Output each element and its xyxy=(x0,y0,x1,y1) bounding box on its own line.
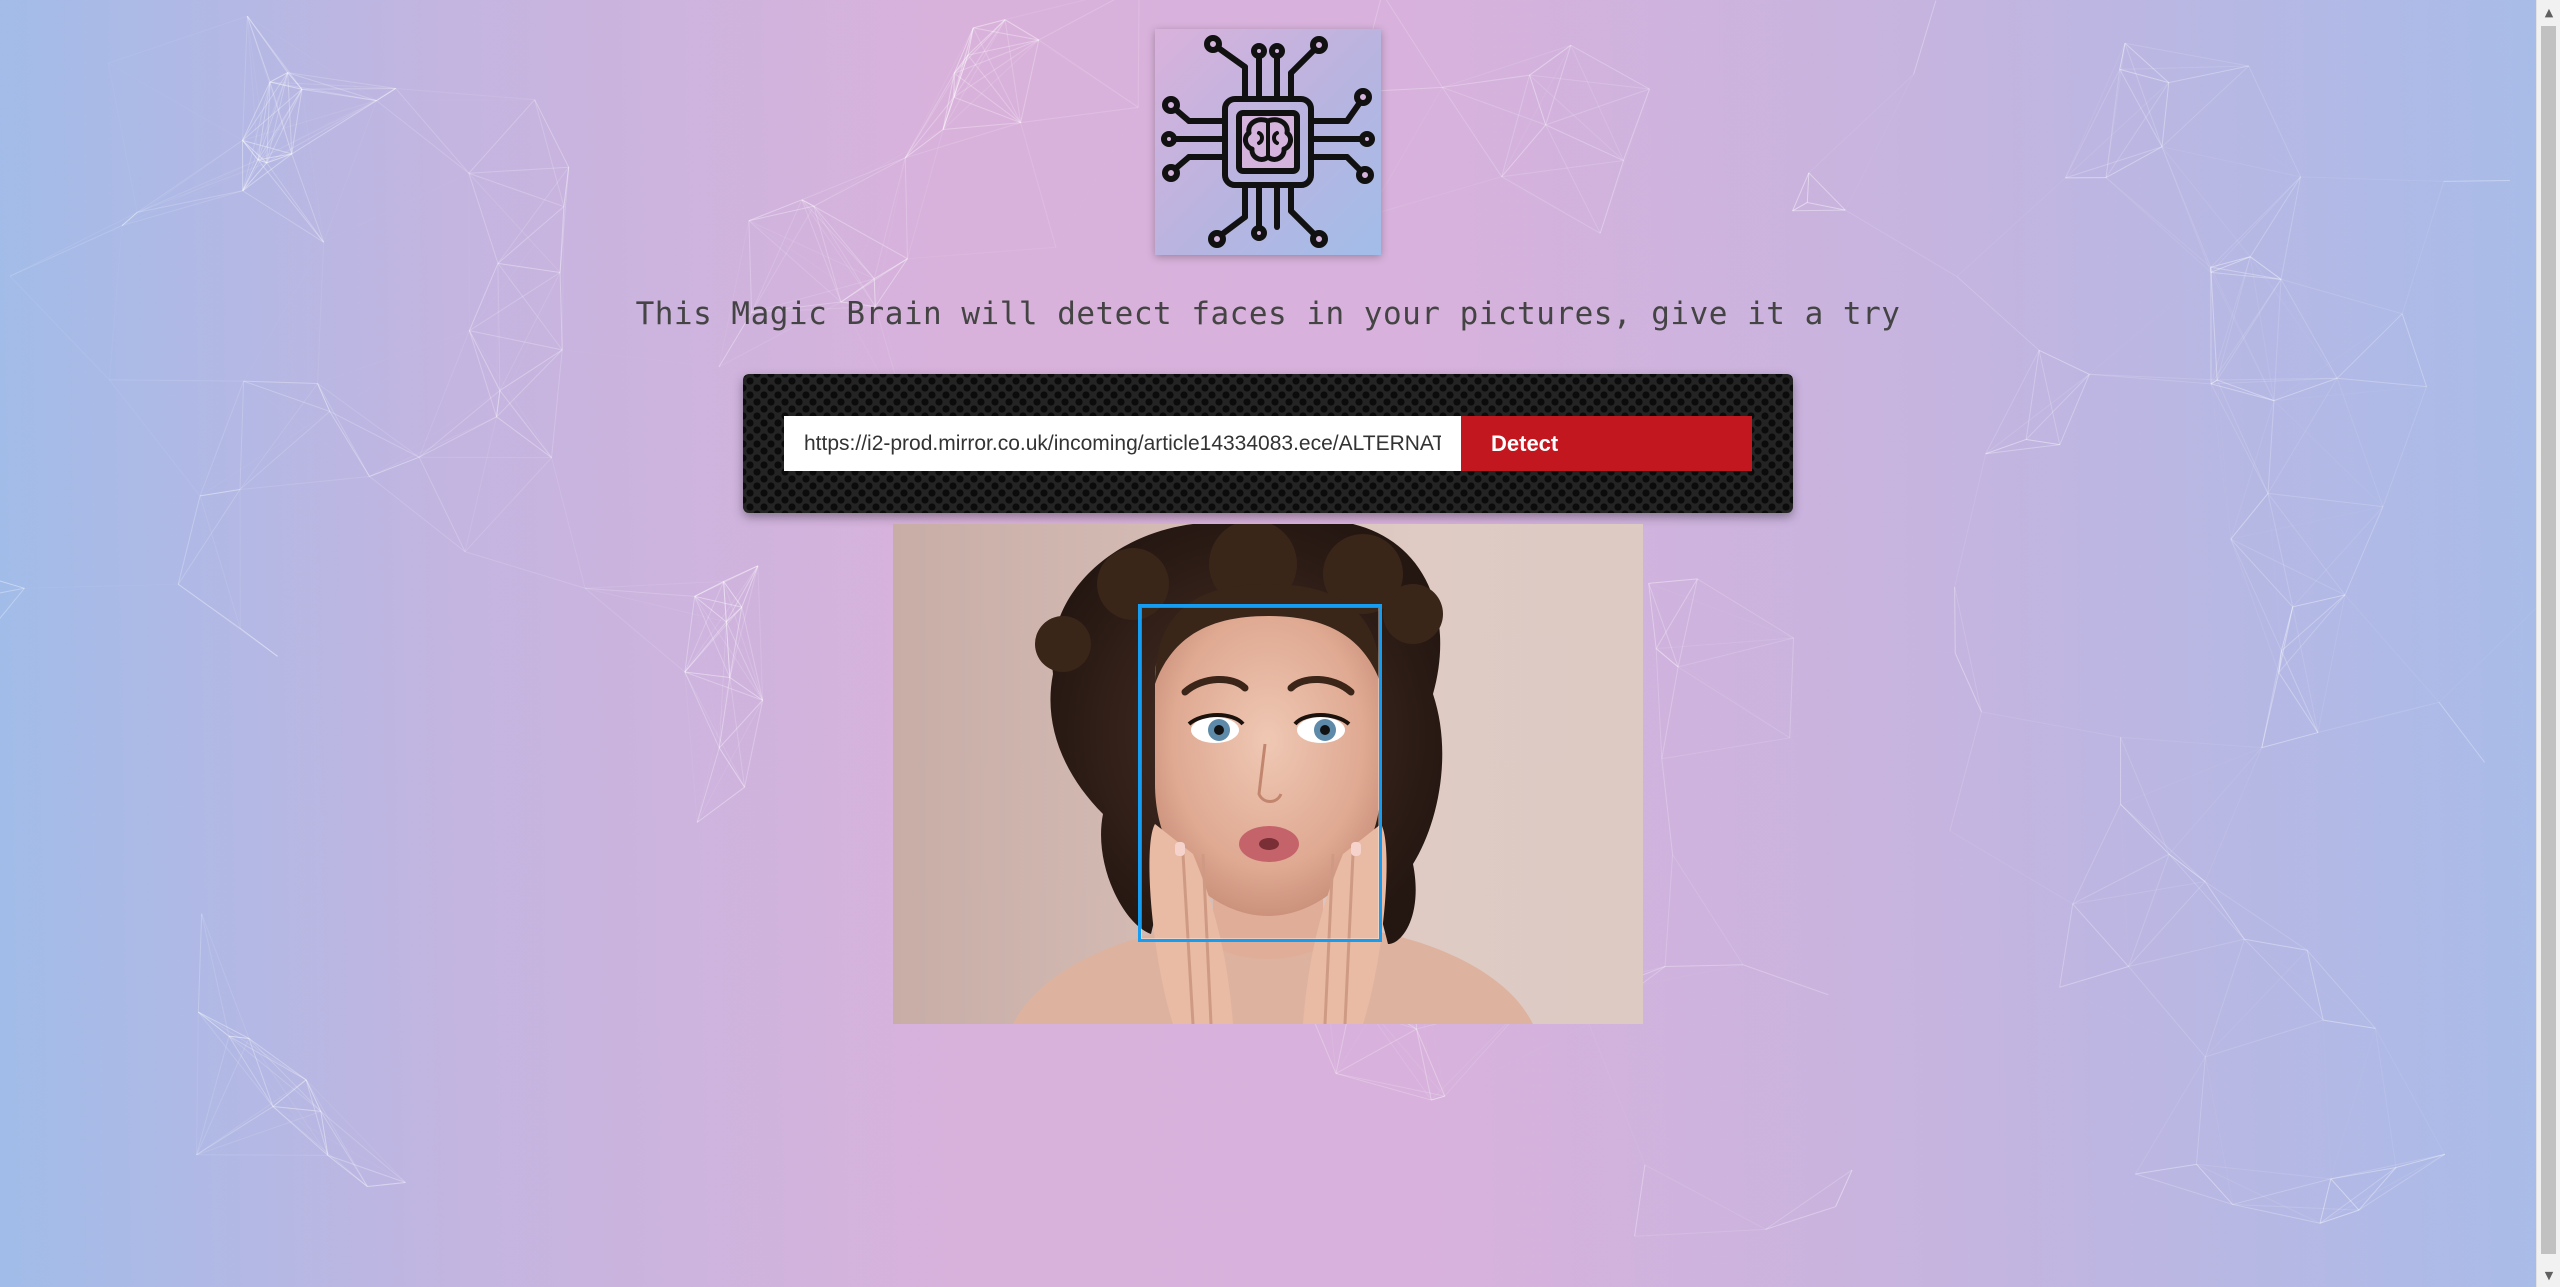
image-url-form: Detect xyxy=(743,374,1793,513)
scroll-up-arrow-icon[interactable]: ▲ xyxy=(2537,0,2560,24)
page-tagline: This Magic Brain will detect faces in yo… xyxy=(635,296,1901,332)
scrollbar[interactable]: ▲ ▼ xyxy=(2536,0,2560,1287)
result-image xyxy=(893,524,1643,1024)
brain-chip-icon xyxy=(1161,35,1375,248)
scroll-down-arrow-icon[interactable]: ▼ xyxy=(2537,1263,2560,1287)
logo xyxy=(1155,29,1381,255)
scroll-thumb[interactable] xyxy=(2541,26,2556,1254)
detect-button[interactable]: Detect xyxy=(1461,416,1752,471)
face-bounding-box xyxy=(1138,604,1382,942)
image-url-input[interactable] xyxy=(784,416,1461,471)
